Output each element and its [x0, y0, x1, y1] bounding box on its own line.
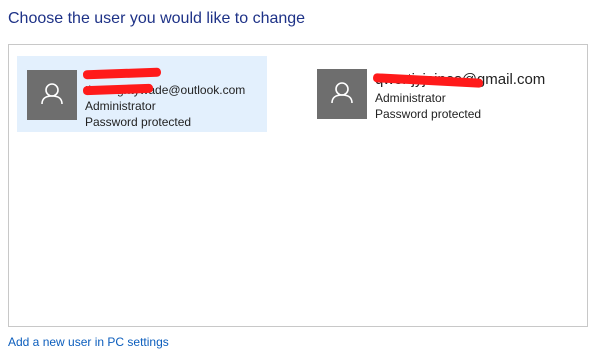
user-email: thrnwightywade@outlook.com	[82, 82, 245, 98]
redaction-mark	[82, 67, 162, 80]
user-name	[82, 66, 245, 82]
user-email: qwertjyjaines@gmail.com	[372, 72, 545, 90]
add-new-user-link[interactable]: Add a new user in PC settings	[8, 335, 169, 349]
user-list: thrnwightywade@outlook.com Administrator…	[8, 44, 588, 327]
user-info: thrnwightywade@outlook.com Administrator…	[82, 66, 245, 130]
user-tile[interactable]: thrnwightywade@outlook.com Administrator…	[17, 56, 267, 132]
user-role: Administrator	[85, 99, 156, 113]
user-avatar	[317, 69, 367, 119]
manage-accounts-page: Choose the user you would like to change…	[0, 0, 603, 362]
user-status: Password protected	[85, 115, 192, 129]
user-role: Administrator	[375, 91, 446, 105]
person-icon	[331, 82, 353, 104]
page-title: Choose the user you would like to change	[8, 10, 306, 27]
user-avatar	[27, 70, 77, 120]
user-status: Password protected	[375, 107, 482, 121]
user-info: qwertjyjaines@gmail.com Administrator Pa…	[372, 72, 545, 122]
user-tile[interactable]: qwertjyjaines@gmail.com Administrator Pa…	[307, 56, 577, 132]
person-icon	[41, 83, 63, 105]
